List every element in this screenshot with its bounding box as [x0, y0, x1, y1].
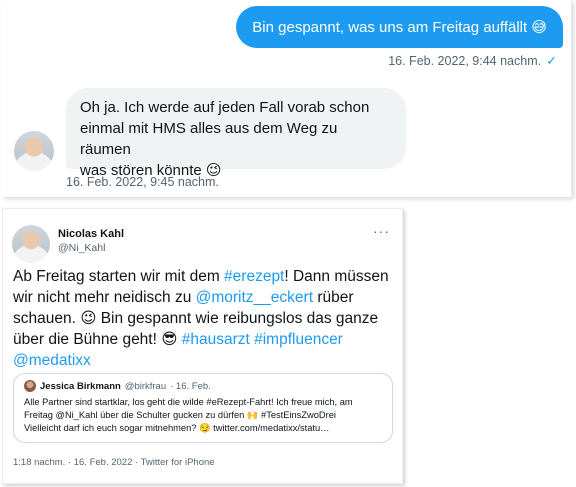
quoted-tweet[interactable]: Jessica Birkmann @birkfrau · 16. Feb. Al…: [13, 373, 393, 443]
quoted-tweet-line: Alle Partner sind startklar, los geht di…: [24, 397, 353, 407]
author-avatar[interactable]: [12, 225, 50, 263]
mention-link[interactable]: @medatixx: [13, 352, 91, 369]
quoted-tweet-header: Jessica Birkmann @birkfrau · 16. Feb.: [24, 380, 382, 392]
hashtag-link[interactable]: #hausarzt: [182, 331, 250, 348]
more-options-icon[interactable]: ···: [373, 223, 390, 239]
quoted-author-handle: @birkfrau: [124, 380, 167, 392]
incoming-message-line: einmal mit HMS alles aus dem Weg zu räum…: [80, 120, 338, 158]
dm-conversation: Bin gespannt, was uns am Freitag auffäll…: [2, 0, 572, 197]
incoming-message-line: Oh ja. Ich werde auf jeden Fall vorab sc…: [80, 99, 370, 116]
avatar[interactable]: [14, 131, 54, 171]
quoted-author-name: Jessica Birkmann: [40, 380, 121, 392]
sweat-smile-emoji-icon: 😅: [531, 18, 547, 36]
tweet-text-segment: Ab Freitag starten wir mit dem: [13, 268, 225, 285]
outgoing-message-text: Bin gespannt, was uns am Freitag auffäll…: [252, 18, 528, 36]
mention-link[interactable]: @moritz__eckert: [196, 289, 313, 306]
quoted-tweet-date: · 16. Feb.: [170, 380, 211, 392]
author-name[interactable]: Nicolas Kahl: [58, 228, 124, 240]
quoted-tweet-line: Vielleicht darf ich euch sogar mitnehmen…: [24, 423, 330, 433]
tweet-text: Ab Freitag starten wir mit dem #erezept!…: [13, 266, 398, 371]
incoming-message-bubble[interactable]: Oh ja. Ich werde auf jeden Fall vorab sc…: [66, 88, 406, 179]
outgoing-message-bubble[interactable]: Bin gespannt, was uns am Freitag auffäll…: [236, 6, 563, 48]
outgoing-message-meta: 16. Feb. 2022, 9:44 nachm. ✓: [388, 53, 557, 69]
tweet-footer[interactable]: 1:18 nachm. · 16. Feb. 2022 · Twitter fo…: [13, 457, 215, 468]
sent-check-icon: ✓: [546, 53, 557, 68]
hashtag-link[interactable]: #impfluencer: [254, 331, 343, 348]
hashtag-link[interactable]: #erezept: [224, 268, 284, 285]
quoted-tweet-text: Alle Partner sind startklar, los geht di…: [24, 396, 382, 435]
sunglasses-emoji-icon: 😎: [161, 330, 178, 348]
incoming-timestamp: 16. Feb. 2022, 9:45 nachm.: [66, 175, 219, 189]
tweet-card: Nicolas Kahl @Ni_Kahl ··· Ab Freitag sta…: [2, 208, 403, 484]
wink-emoji-icon: 😉: [80, 309, 97, 327]
quoted-author-avatar: [24, 380, 36, 392]
outgoing-timestamp: 16. Feb. 2022, 9:44 nachm.: [388, 54, 542, 68]
quoted-tweet-line: Freitag @Ni_Kahl über die Schulter gucke…: [24, 410, 336, 420]
author-handle[interactable]: @Ni_Kahl: [58, 242, 105, 254]
